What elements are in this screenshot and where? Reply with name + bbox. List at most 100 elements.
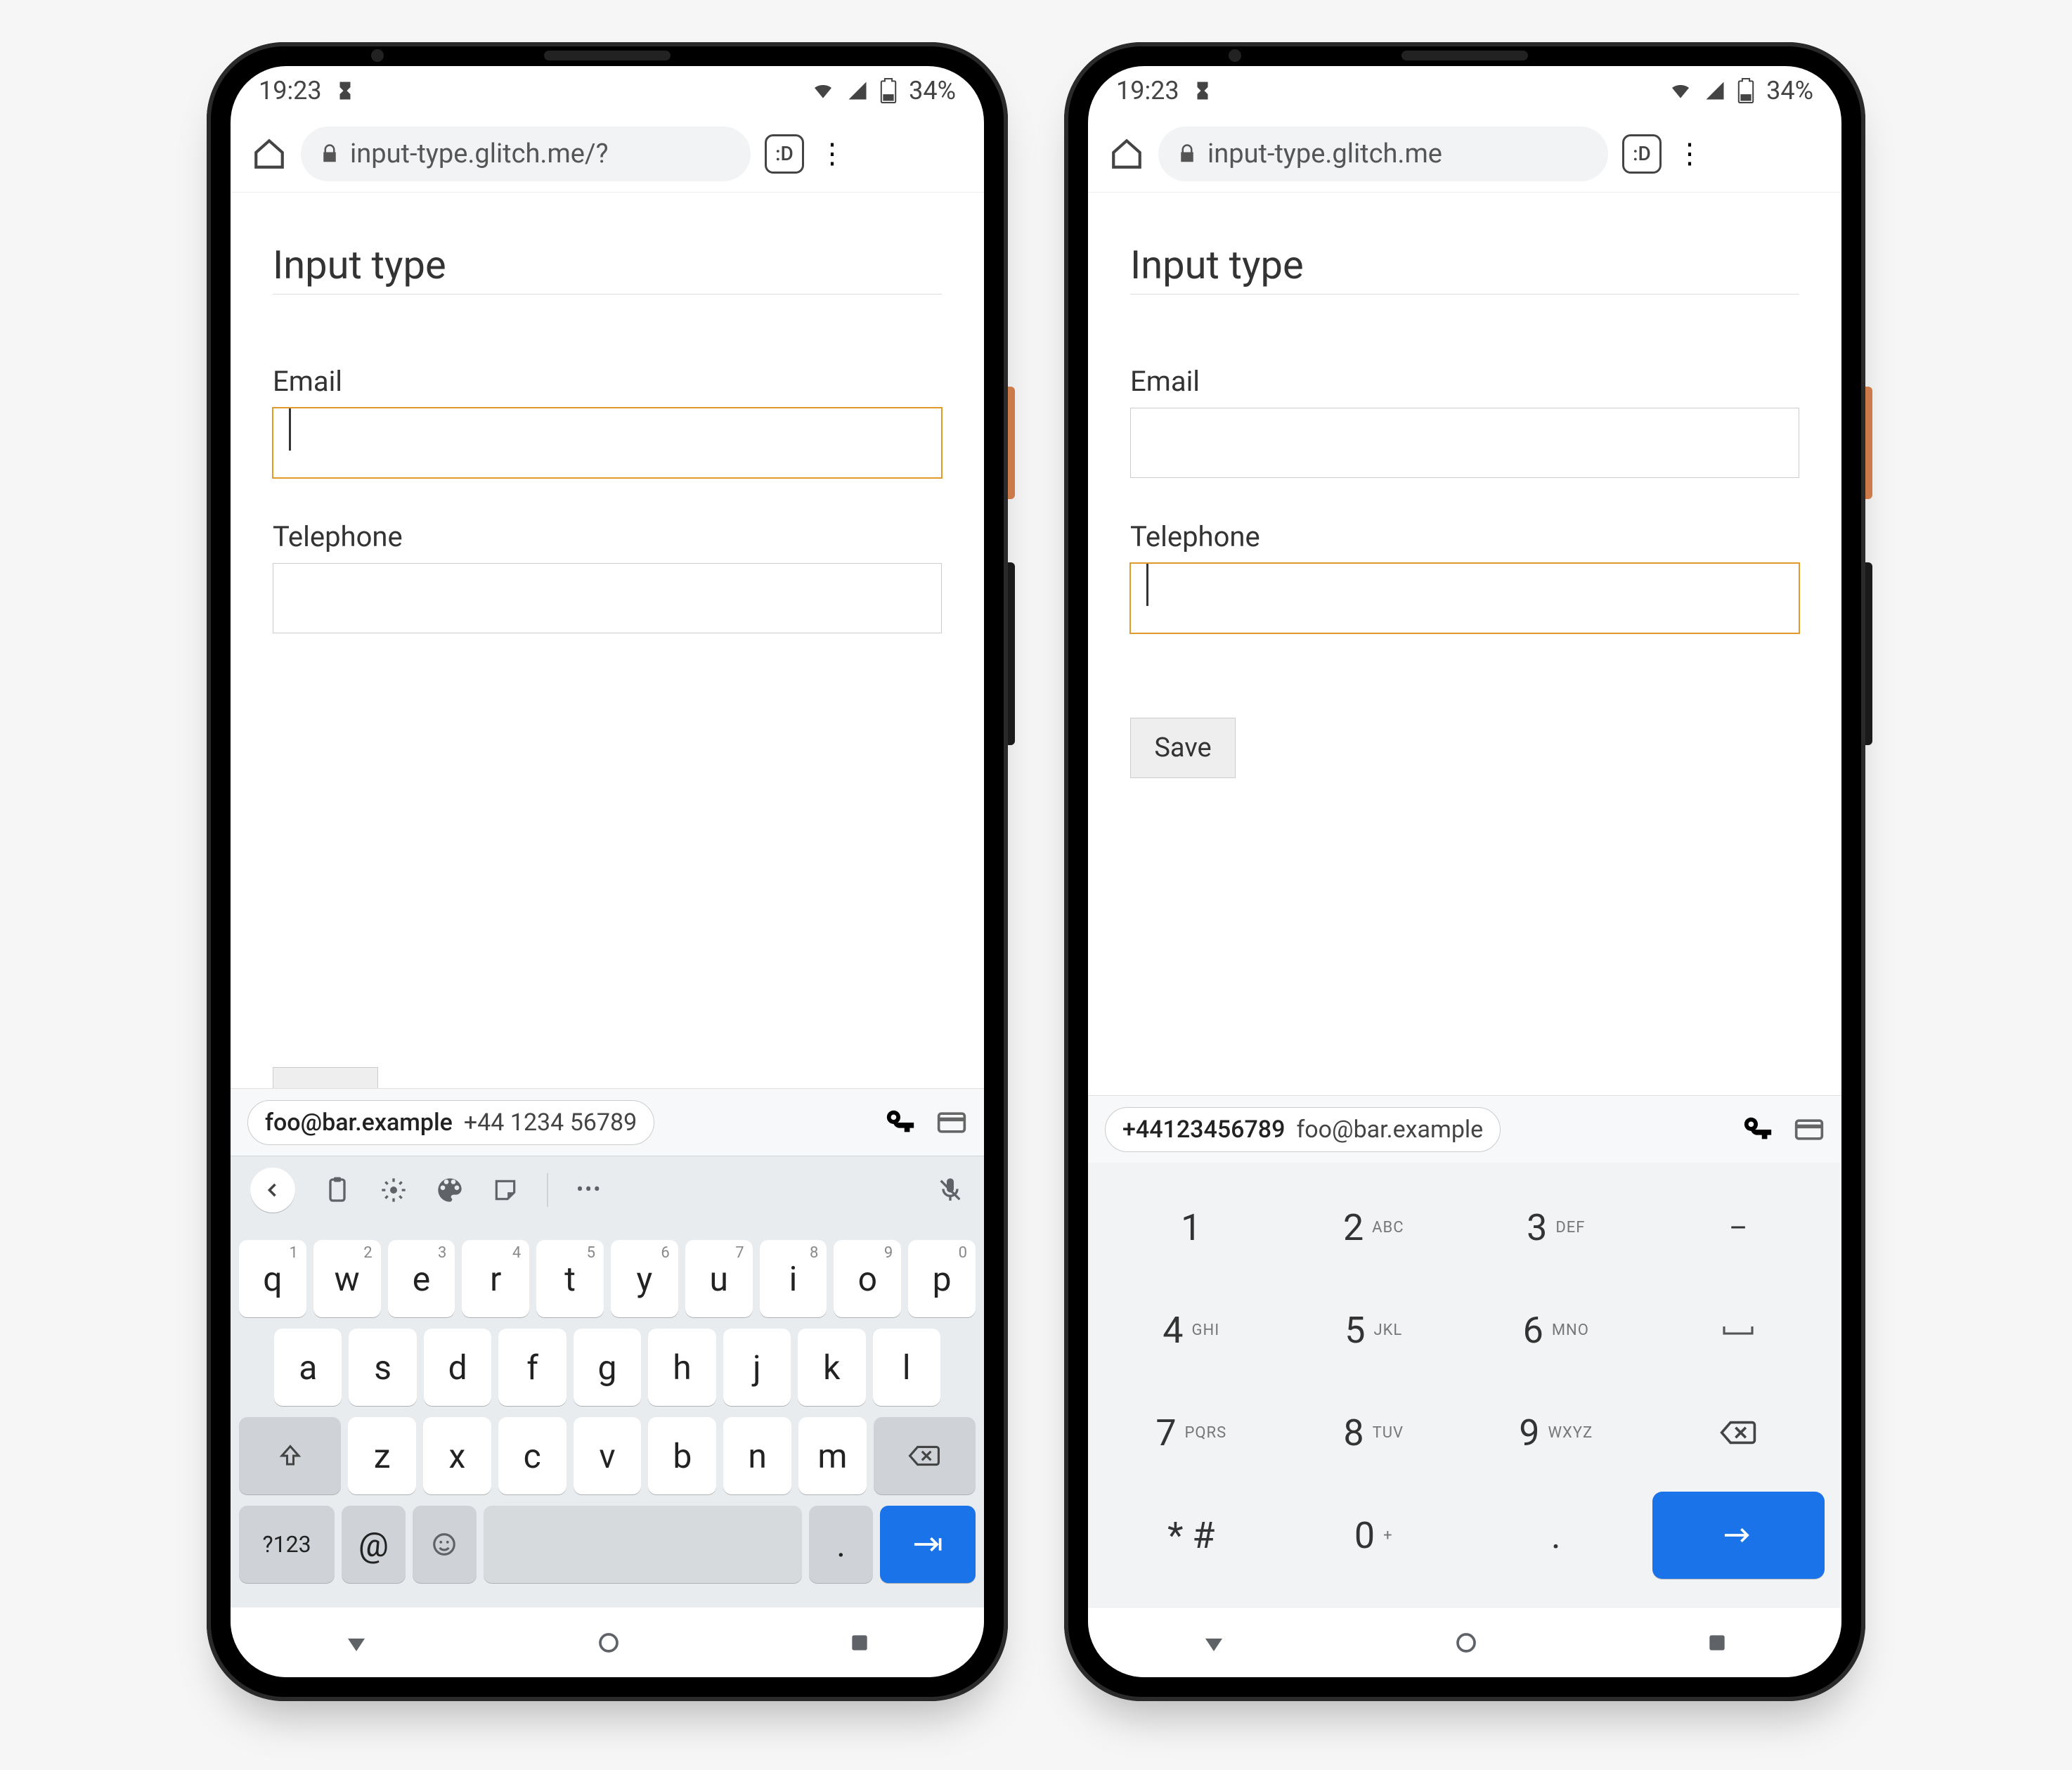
mic-off-icon[interactable] [936,1176,964,1204]
status-battery: 34% [1766,76,1813,105]
numkey-space[interactable] [1652,1286,1825,1374]
nav-home-icon[interactable] [1453,1630,1479,1655]
keyboard-row-1: q1w2e3r4t5y6u7i8o9p0 [239,1240,976,1317]
nav-recents-icon[interactable] [848,1632,871,1654]
spacebar-key[interactable] [484,1506,803,1583]
autofill-phone: +44123456789 [1122,1116,1285,1144]
key-g[interactable]: g [574,1329,641,1406]
numkey-main: 1 [1181,1206,1201,1249]
nav-back-icon[interactable] [344,1630,369,1655]
key-c[interactable]: c [498,1417,566,1494]
clipboard-icon[interactable] [323,1176,351,1204]
nav-back-icon[interactable] [1201,1630,1226,1655]
numkey-next[interactable] [1652,1492,1825,1579]
key-h[interactable]: h [648,1329,716,1406]
power-button[interactable] [1865,387,1872,499]
numkey-2[interactable]: 2ABC [1288,1184,1461,1271]
save-button-partial[interactable] [273,1067,378,1088]
numkey-main: 9 [1519,1412,1539,1454]
key-a[interactable]: a [274,1329,342,1406]
key-x[interactable]: x [423,1417,491,1494]
key-n[interactable]: n [723,1417,791,1494]
key-e[interactable]: e3 [388,1240,455,1317]
next-key[interactable] [880,1506,976,1583]
key-y[interactable]: y6 [611,1240,678,1317]
symbols-key[interactable]: ?123 [239,1506,335,1583]
status-time: 19:23 [259,76,322,105]
card-icon[interactable] [1794,1114,1825,1145]
key-v[interactable]: v [574,1417,642,1494]
backspace-key[interactable] [874,1417,976,1494]
numkey-dash[interactable]: – [1652,1184,1825,1271]
numkey-9[interactable]: 9WXYZ [1470,1389,1643,1476]
numkey-5[interactable]: 5JKL [1288,1286,1461,1374]
key-o[interactable]: o9 [834,1240,901,1317]
telephone-label: Telephone [1130,520,1799,553]
volume-button[interactable] [1008,562,1015,745]
key-z[interactable]: z [348,1417,416,1494]
key-hint: 6 [661,1244,669,1262]
android-nav-bar [231,1607,984,1677]
keyboard-back-button[interactable] [250,1168,295,1213]
nav-home-icon[interactable] [596,1630,621,1655]
key-l[interactable]: l [873,1329,940,1406]
key-p[interactable]: p0 [908,1240,976,1317]
numkey-backspace[interactable] [1652,1389,1825,1476]
numkey-7[interactable]: 7PQRS [1105,1389,1278,1476]
numkey-[interactable]: * # [1105,1492,1278,1579]
email-field[interactable] [273,408,942,478]
key-b[interactable]: b [648,1417,716,1494]
gear-icon[interactable] [380,1176,408,1204]
key-icon[interactable] [884,1106,917,1139]
home-icon[interactable] [1109,136,1144,172]
save-button[interactable]: Save [1130,718,1236,778]
emoji-key[interactable] [413,1506,477,1583]
title-divider [273,294,942,295]
key-u[interactable]: u7 [685,1240,753,1317]
telephone-field[interactable] [273,563,942,633]
key-w[interactable]: w2 [313,1240,381,1317]
key-f[interactable]: f [498,1329,566,1406]
browser-toolbar: input-type.glitch.me :D ⋮ [1088,115,1841,193]
more-dots-icon[interactable]: ••• [576,1177,602,1202]
numkey-[interactable]: . [1470,1492,1643,1579]
key-j[interactable]: j [723,1329,791,1406]
power-button[interactable] [1008,387,1015,499]
key-icon[interactable] [1742,1113,1774,1146]
tab-count-button[interactable]: :D [1622,134,1662,174]
key-k[interactable]: k [798,1329,865,1406]
key-s[interactable]: s [349,1329,416,1406]
overflow-menu-icon[interactable]: ⋮ [1676,140,1704,168]
shift-key[interactable] [239,1417,341,1494]
autofill-suggestion-chip[interactable]: +44123456789 foo@bar.example [1105,1107,1501,1152]
card-icon[interactable] [936,1107,967,1138]
key-r[interactable]: r4 [462,1240,529,1317]
address-bar[interactable]: input-type.glitch.me [1158,127,1608,181]
tab-count-button[interactable]: :D [765,134,804,174]
volume-button[interactable] [1865,562,1872,745]
autofill-suggestion-chip[interactable]: foo@bar.example +44 1234 56789 [247,1100,654,1145]
numkey-6[interactable]: 6MNO [1470,1286,1643,1374]
key-q[interactable]: q1 [239,1240,306,1317]
period-key[interactable]: . [809,1506,873,1583]
key-i[interactable]: i8 [760,1240,827,1317]
numkey-8[interactable]: 8TUV [1288,1389,1461,1476]
key-m[interactable]: m [798,1417,867,1494]
telephone-field[interactable] [1130,563,1799,633]
email-field[interactable] [1130,408,1799,478]
numkey-0[interactable]: 0+ [1288,1492,1461,1579]
sticker-icon[interactable] [492,1177,519,1203]
numkey-1[interactable]: 1 [1105,1184,1278,1271]
at-key[interactable]: @ [342,1506,406,1583]
address-bar[interactable]: input-type.glitch.me/? [301,127,751,181]
nav-recents-icon[interactable] [1706,1632,1728,1654]
overflow-menu-icon[interactable]: ⋮ [818,140,846,168]
keyboard-row-2: asdfghjkl [239,1329,976,1406]
key-d[interactable]: d [424,1329,491,1406]
home-icon[interactable] [252,136,287,172]
title-divider [1130,294,1799,295]
key-t[interactable]: t5 [536,1240,604,1317]
numkey-4[interactable]: 4GHI [1105,1286,1278,1374]
numkey-3[interactable]: 3DEF [1470,1184,1643,1271]
palette-icon[interactable] [436,1176,464,1204]
